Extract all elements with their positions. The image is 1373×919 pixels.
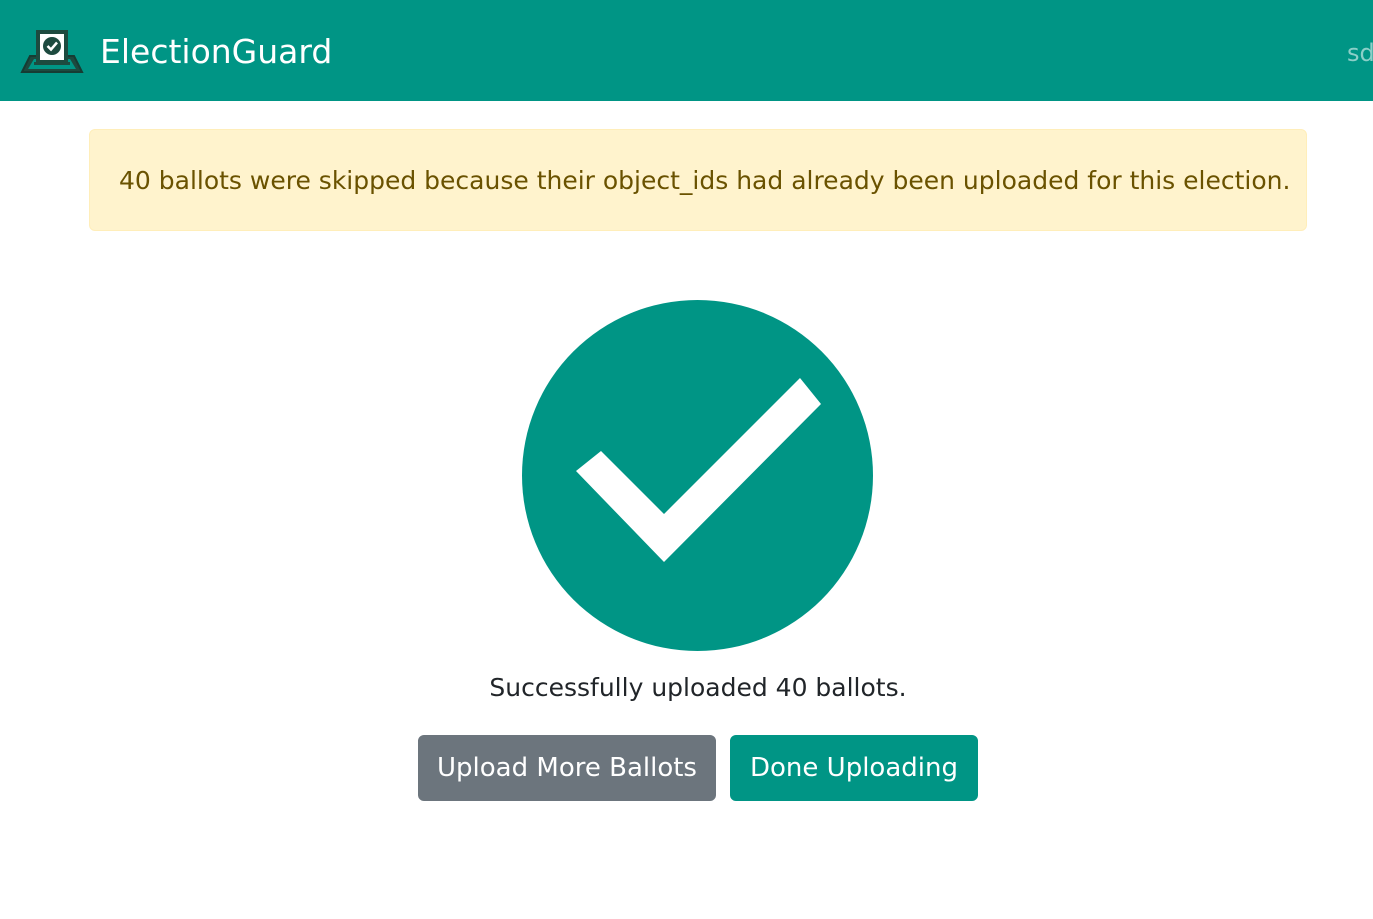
done-uploading-button[interactable]: Done Uploading [730,735,978,801]
alert-message: 40 ballots were skipped because their ob… [119,166,1291,195]
upload-more-ballots-button[interactable]: Upload More Ballots [418,735,716,801]
skipped-ballots-alert: 40 ballots were skipped because their ob… [89,129,1307,231]
check-circle-icon [522,300,873,651]
brand-title[interactable]: ElectionGuard [100,32,332,72]
ballot-box-icon[interactable] [20,28,84,76]
user-menu[interactable]: sd [1347,38,1373,68]
top-navbar: ElectionGuard sd [0,0,1373,101]
upload-success-message: Successfully uploaded 40 ballots. [489,673,907,702]
